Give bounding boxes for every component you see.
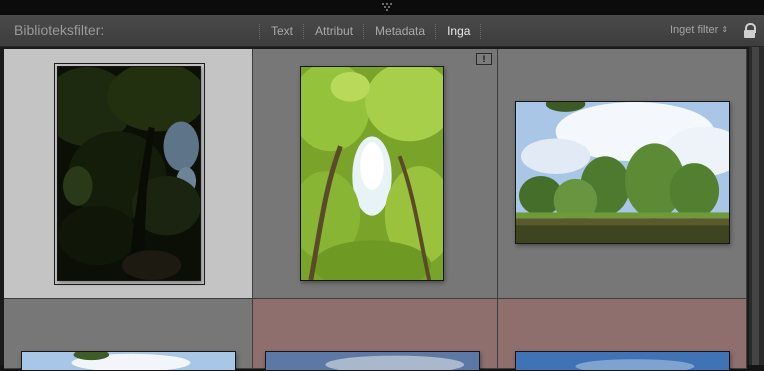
filter-tabs: Text Attribut Metadata Inga (259, 22, 482, 40)
metadata-warning-badge[interactable]: ! (476, 53, 492, 65)
photo-thumbnail[interactable] (300, 66, 444, 281)
tab-attribute[interactable]: Attribut (305, 22, 363, 40)
photo-thumbnail[interactable] (21, 351, 236, 371)
photo-thumbnail[interactable] (57, 66, 201, 281)
library-filter-title: Biblioteksfilter: (14, 22, 105, 38)
photo-thumbnail[interactable] (515, 101, 730, 244)
filter-preset-label: Inget filter (670, 24, 719, 36)
tab-metadata[interactable]: Metadata (365, 22, 435, 40)
lock-icon[interactable] (744, 23, 756, 38)
photo-thumbnail[interactable] (515, 351, 730, 371)
top-panel-strip (0, 0, 764, 15)
grid-scrollbar[interactable] (749, 47, 764, 365)
panel-collapse-grip-icon[interactable] (382, 3, 394, 11)
library-filter-bar: Biblioteksfilter: Text Attribut Metadata… (0, 15, 764, 47)
photo-thumbnail[interactable] (265, 351, 480, 371)
filter-preset-select[interactable]: Inget filter ⇕ (670, 24, 728, 36)
tab-text[interactable]: Text (261, 22, 303, 40)
tab-divider (480, 23, 482, 39)
tab-none[interactable]: Inga (437, 22, 480, 40)
updown-arrow-icon: ⇕ (721, 25, 729, 34)
